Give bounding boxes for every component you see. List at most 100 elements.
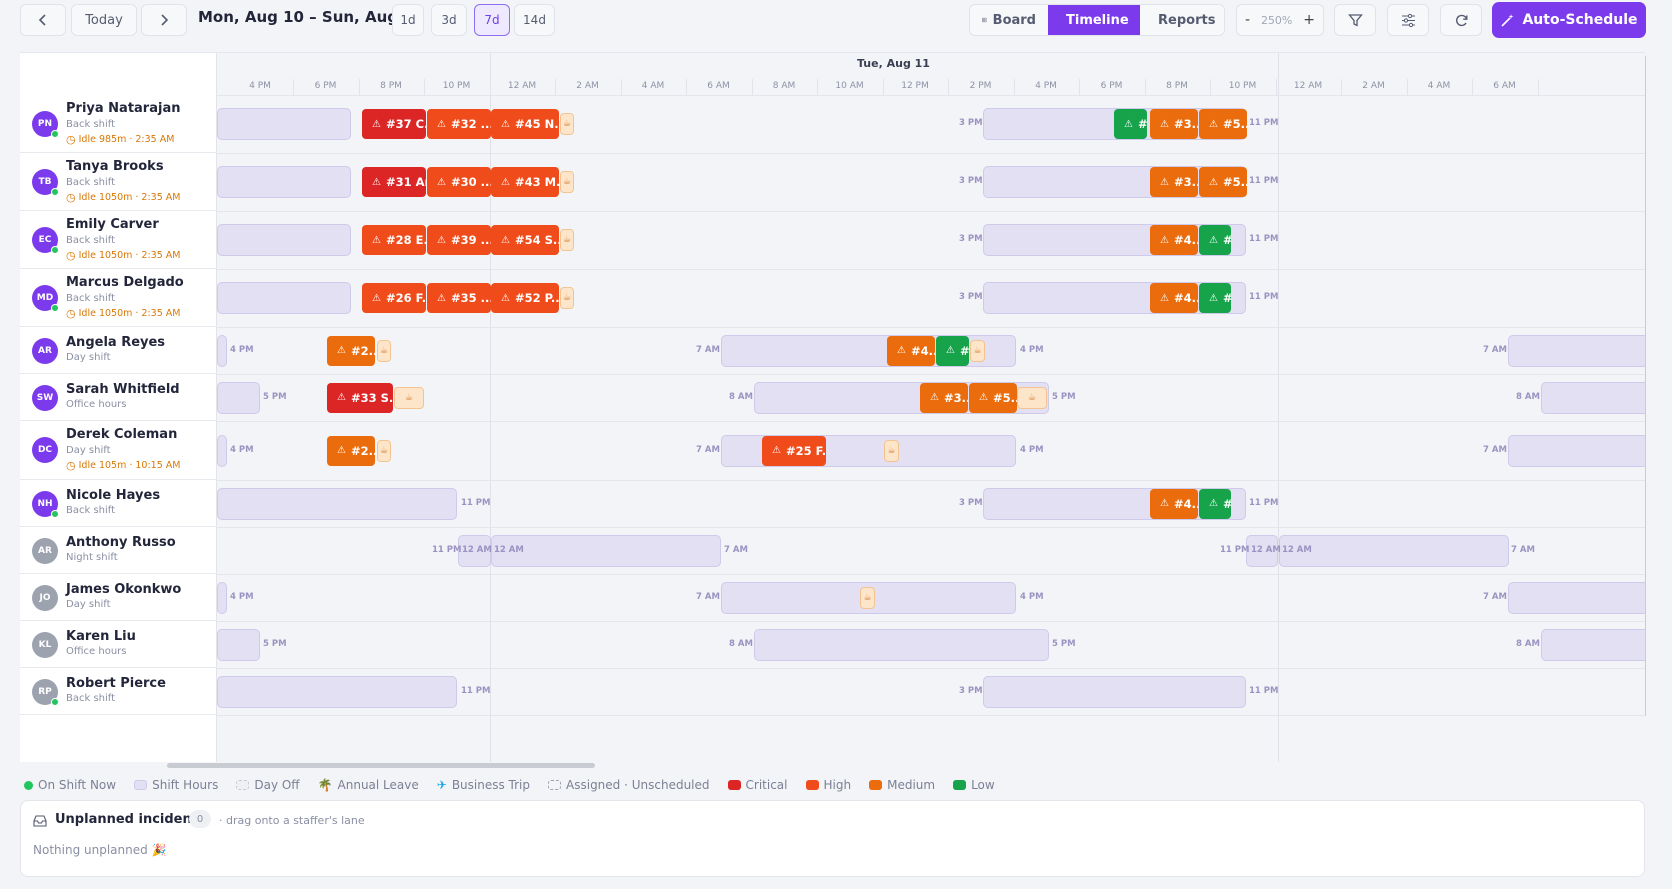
break-marker[interactable]: ☕ bbox=[560, 229, 574, 251]
shift-bar[interactable] bbox=[754, 628, 1049, 661]
break-marker[interactable]: ☕ bbox=[1017, 386, 1047, 409]
alert-triangle-icon: ⚠ bbox=[501, 176, 510, 188]
shift-bar[interactable] bbox=[217, 282, 351, 314]
shift-bar[interactable] bbox=[983, 675, 1246, 708]
staff-row[interactable]: SW Sarah Whitfield Office hours bbox=[20, 374, 217, 421]
shift-bar[interactable] bbox=[217, 166, 351, 198]
incident-card[interactable]: ⚠ #3... bbox=[1150, 167, 1198, 197]
incident-card[interactable]: ⚠# bbox=[1199, 225, 1231, 255]
incident-card[interactable]: ⚠ #2... bbox=[327, 335, 375, 366]
timeline-grid[interactable]: Tue, Aug 11 4 PM 6 PM 8 PM 10 PM 12 AM 2 AM 4 A… bbox=[217, 53, 1645, 762]
prev-week-button[interactable] bbox=[20, 4, 66, 36]
staff-row[interactable]: AR Angela Reyes Day shift bbox=[20, 327, 217, 374]
incident-card[interactable]: ⚠ #4... bbox=[1150, 488, 1198, 519]
incident-card[interactable]: ⚠ #28 E... bbox=[362, 225, 426, 255]
staff-row[interactable]: AR Anthony Russo Night shift bbox=[20, 527, 217, 574]
unplanned-incidents-panel[interactable]: Unplanned incidents 0 · drag onto a staf… bbox=[20, 800, 1645, 877]
incident-card[interactable]: ⚠# bbox=[1199, 283, 1231, 313]
incident-card[interactable]: ⚠ #35 ... bbox=[427, 283, 491, 313]
incident-card[interactable]: ⚠ #4... bbox=[1150, 283, 1198, 313]
incident-card[interactable]: ⚠ #5... bbox=[1199, 167, 1247, 197]
incident-card[interactable]: ⚠# bbox=[936, 335, 969, 366]
incident-card[interactable]: ⚠ #30 ... bbox=[427, 167, 491, 197]
staff-row[interactable]: PN Priya Natarajan Back shift ◷ Idle 985m · … bbox=[20, 95, 217, 153]
shift-bar[interactable] bbox=[1541, 381, 1645, 414]
incident-card[interactable]: ⚠ #25 F... bbox=[762, 435, 826, 466]
settings-button[interactable] bbox=[1387, 4, 1429, 36]
shift-bar[interactable] bbox=[217, 628, 260, 661]
staff-row[interactable]: RP Robert Pierce Back shift bbox=[20, 668, 217, 715]
incident-card[interactable]: ⚠ #39 ... bbox=[427, 225, 491, 255]
range-14d-button[interactable]: 14d bbox=[514, 4, 555, 36]
alert-triangle-icon: ⚠ bbox=[1160, 292, 1169, 304]
incident-card[interactable]: ⚠ #3... bbox=[920, 382, 968, 413]
zoom-out-button[interactable]: - bbox=[1245, 12, 1250, 28]
incident-card[interactable]: ⚠ #3... bbox=[1150, 109, 1198, 139]
shift-bar[interactable] bbox=[217, 487, 457, 520]
view-reports-tab[interactable]: Reports bbox=[1140, 5, 1224, 35]
shift-bar[interactable] bbox=[217, 381, 260, 414]
zoom-in-button[interactable]: + bbox=[1303, 12, 1315, 28]
shift-bar[interactable] bbox=[1508, 334, 1645, 367]
incident-card[interactable]: ⚠ #5... bbox=[1199, 109, 1247, 139]
refresh-button[interactable] bbox=[1440, 4, 1482, 36]
staff-row[interactable]: EC Emily Carver Back shift ◷ Idle 1050m · 2:… bbox=[20, 211, 217, 269]
shift-bar[interactable] bbox=[217, 434, 227, 467]
auto-schedule-button[interactable]: Auto-Schedule bbox=[1492, 2, 1646, 38]
shift-bar[interactable] bbox=[1508, 434, 1645, 467]
break-marker[interactable]: ☕ bbox=[560, 171, 574, 193]
shift-bar[interactable] bbox=[1279, 534, 1509, 567]
range-3d-button[interactable]: 3d bbox=[431, 4, 467, 36]
shift-bar[interactable] bbox=[217, 334, 227, 367]
avatar: AR bbox=[32, 337, 58, 364]
filter-button[interactable] bbox=[1334, 4, 1376, 36]
staff-row[interactable]: KL Karen Liu Office hours bbox=[20, 621, 217, 668]
today-button[interactable]: Today bbox=[71, 4, 137, 36]
view-board-tab[interactable]: Board bbox=[970, 5, 1048, 35]
shift-bar[interactable] bbox=[217, 581, 227, 614]
break-marker[interactable]: ☕ bbox=[560, 113, 574, 135]
incident-card[interactable]: ⚠ #45 N... bbox=[491, 109, 559, 139]
staff-shift-type: Back shift bbox=[66, 293, 116, 304]
range-1d-button[interactable]: 1d bbox=[392, 4, 424, 36]
horizontal-scrollbar[interactable] bbox=[167, 763, 595, 768]
incident-card[interactable]: ⚠ #31 Ar... bbox=[362, 167, 426, 197]
staff-row[interactable]: NH Nicole Hayes Back shift bbox=[20, 480, 217, 527]
staff-row[interactable]: DC Derek Coleman Day shift ◷ Idle 105m · 10:… bbox=[20, 421, 217, 480]
incident-card[interactable]: ⚠ #5... bbox=[969, 382, 1017, 413]
incident-card[interactable]: ⚠ #54 S... bbox=[491, 225, 559, 255]
shift-bar[interactable] bbox=[217, 224, 351, 256]
range-7d-button[interactable]: 7d bbox=[474, 4, 510, 36]
break-marker[interactable]: ☕ bbox=[394, 386, 424, 409]
break-marker[interactable]: ☕ bbox=[970, 339, 985, 362]
view-timeline-tab[interactable]: Timeline bbox=[1048, 5, 1140, 35]
incident-card[interactable]: ⚠ #37 C... bbox=[362, 109, 426, 139]
break-marker[interactable]: ☕ bbox=[860, 586, 875, 609]
break-marker[interactable]: ☕ bbox=[560, 287, 574, 309]
incident-card[interactable]: ⚠ #32 ... bbox=[427, 109, 491, 139]
tick-mark bbox=[358, 79, 360, 95]
incident-card[interactable]: ⚠ #2... bbox=[327, 435, 375, 466]
shift-bar[interactable] bbox=[491, 534, 721, 567]
incident-label: #2... bbox=[350, 343, 375, 358]
incident-card[interactable]: ⚠# bbox=[1199, 488, 1231, 519]
staff-row[interactable]: MD Marcus Delgado Back shift ◷ Idle 1050m · … bbox=[20, 269, 217, 327]
staff-row[interactable]: JO James Okonkwo Day shift bbox=[20, 574, 217, 621]
incident-card[interactable]: ⚠ #4... bbox=[1150, 225, 1198, 255]
incident-card[interactable]: ⚠ #33 S... bbox=[327, 382, 393, 413]
incident-card[interactable]: ⚠# bbox=[1114, 109, 1147, 139]
break-marker[interactable]: ☕ bbox=[884, 439, 899, 462]
incident-card[interactable]: ⚠ #26 F... bbox=[362, 283, 426, 313]
break-marker[interactable]: ☕ bbox=[377, 339, 391, 362]
incident-card[interactable]: ⚠ #52 P... bbox=[491, 283, 559, 313]
avatar-initials: AR bbox=[38, 345, 52, 356]
shift-bar[interactable] bbox=[217, 108, 351, 140]
next-week-button[interactable] bbox=[141, 4, 187, 36]
shift-bar[interactable] bbox=[1541, 628, 1645, 661]
incident-card[interactable]: ⚠ #43 M... bbox=[491, 167, 559, 197]
staff-row[interactable]: TB Tanya Brooks Back shift ◷ Idle 1050m · 2:… bbox=[20, 153, 217, 211]
shift-bar[interactable] bbox=[1508, 581, 1645, 614]
shift-bar[interactable] bbox=[217, 675, 457, 708]
break-marker[interactable]: ☕ bbox=[377, 439, 391, 462]
incident-card[interactable]: ⚠ #4... bbox=[887, 335, 935, 366]
